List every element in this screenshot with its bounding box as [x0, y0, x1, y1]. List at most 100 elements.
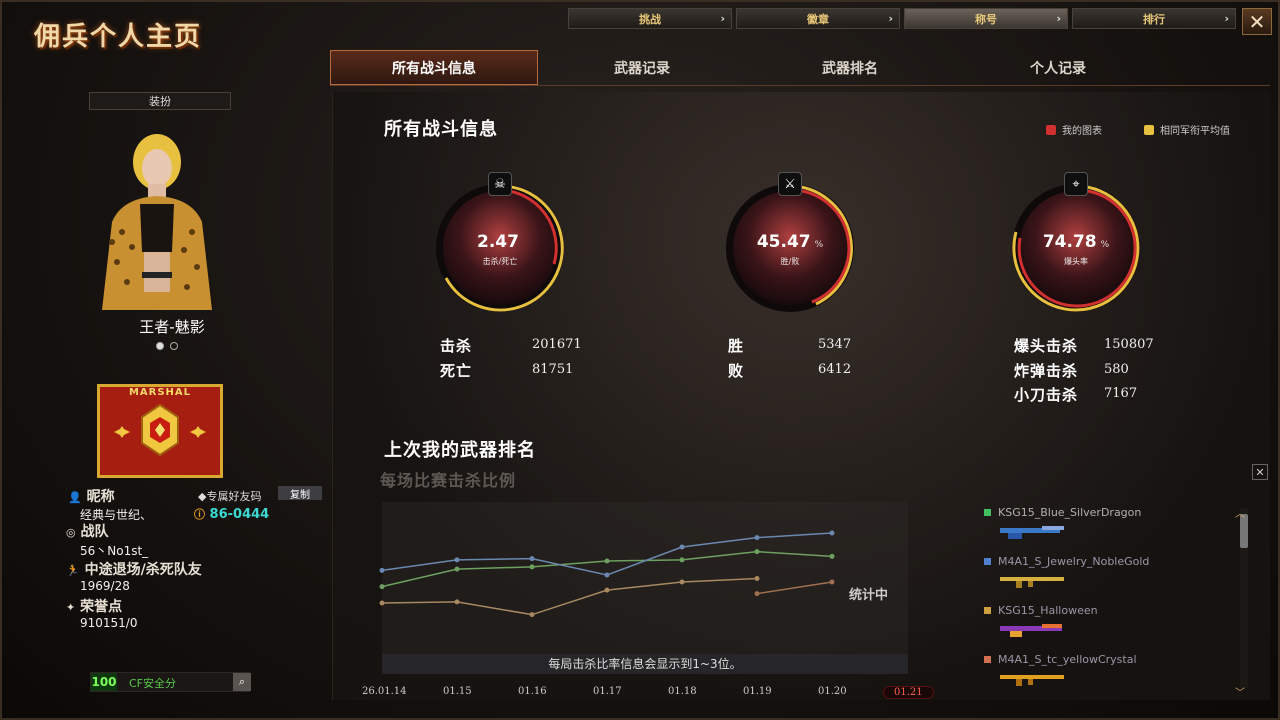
chart-subtitle: 每场比赛击杀比例 — [380, 471, 517, 490]
weapon-name: M4A1_S_tc_yellowCrystal — [998, 653, 1137, 666]
bomb-kills-label: 炸弹击杀 — [1014, 362, 1079, 380]
gauge-label: 爆头率 — [1064, 257, 1088, 266]
close-button[interactable]: ✕ — [1242, 8, 1272, 35]
tab-badge[interactable]: 徽章 › — [736, 8, 900, 29]
weapon-color-swatch — [984, 509, 991, 516]
character-name: 王者-魅影 — [139, 318, 205, 336]
subtab-all-battle-info[interactable]: 所有战斗信息 — [330, 50, 538, 85]
legend-swatch — [1144, 124, 1154, 135]
legend-label: 我的图表 — [1062, 126, 1102, 137]
subtab-weapon-ranking[interactable]: 武器排名 — [746, 50, 954, 85]
x-tick-label[interactable]: 01.21 — [883, 686, 934, 699]
data-point[interactable] — [754, 535, 760, 541]
bomb-kills-value: 580 — [1104, 362, 1129, 377]
gauge-label: 击杀/死亡 — [482, 257, 518, 266]
weapon-item[interactable]: M4A1_S_tc_yellowCrystal — [984, 653, 1204, 702]
x-tick-label: 26.01.14 — [362, 686, 407, 697]
data-point[interactable] — [379, 567, 385, 573]
nickname-label-text: 昵称 — [86, 489, 115, 505]
data-point[interactable] — [754, 549, 760, 555]
gauge-value: 45.47% — [720, 232, 860, 252]
dress-up-button[interactable]: 装扮 — [89, 92, 231, 110]
team-icon: ◎ — [66, 526, 76, 539]
wins-value: 5347 — [818, 337, 852, 352]
weapon-color-swatch — [984, 607, 991, 614]
deaths-label: 死亡 — [440, 362, 473, 380]
weapon-list: KSG15_Blue_SilverDragon M4A1_S_Jewelry_N… — [984, 506, 1204, 702]
unit: % — [814, 240, 824, 250]
data-point[interactable] — [529, 612, 535, 618]
page-dot[interactable] — [156, 342, 164, 350]
page-dot[interactable] — [170, 342, 178, 350]
data-point[interactable] — [529, 564, 535, 570]
weapon-item[interactable]: KSG15_Blue_SilverDragon — [984, 506, 1204, 555]
data-point[interactable] — [829, 579, 835, 585]
legend-avg: 相同军衔平均值 — [1144, 122, 1230, 137]
data-point[interactable] — [454, 557, 460, 563]
wins-label: 胜 — [728, 337, 745, 355]
data-point[interactable] — [604, 558, 610, 564]
weapon-item[interactable]: M4A1_S_Jewelry_NobleGold — [984, 555, 1204, 604]
character-avatar[interactable] — [82, 122, 232, 310]
close-icon: ✕ — [1248, 9, 1266, 34]
weapon-color-swatch — [984, 558, 991, 565]
data-point[interactable] — [604, 587, 610, 593]
data-point[interactable] — [679, 579, 685, 585]
shotgun-icon — [1000, 624, 1062, 637]
losses-label: 败 — [728, 362, 745, 380]
help-icon[interactable]: ⓘ — [194, 508, 205, 521]
tab-challenge[interactable]: 挑战 › — [568, 8, 732, 29]
kills-label: 击杀 — [440, 337, 473, 355]
headshot-kills-label: 爆头击杀 — [1014, 337, 1079, 355]
data-point[interactable] — [379, 584, 385, 590]
knife-kills-value: 7167 — [1104, 386, 1138, 401]
chart-status: 统计中 — [849, 588, 889, 603]
weapon-name: KSG15_Halloween — [998, 604, 1098, 617]
search-button[interactable]: ⌕ — [233, 673, 251, 691]
crossed-swords-icon: ⚔ — [778, 172, 802, 196]
data-point[interactable] — [829, 553, 835, 559]
honor-label: ✦ 荣誉点 — [66, 596, 122, 616]
safe-score-label: CF安全分 — [129, 677, 177, 690]
scroll-up-icon[interactable]: ︿ — [1235, 505, 1245, 520]
knife-kills-label: 小刀击杀 — [1014, 386, 1079, 404]
data-point[interactable] — [454, 599, 460, 605]
friend-code: ⓘ 86-0444 — [194, 506, 269, 522]
sub-tabs: 所有战斗信息 武器记录 武器排名 个人记录 — [330, 50, 1162, 85]
data-point[interactable] — [454, 566, 460, 572]
weapon-item[interactable]: KSG15_Halloween — [984, 604, 1204, 653]
x-tick-label: 01.20 — [818, 686, 847, 697]
data-point[interactable] — [754, 591, 760, 597]
tab-label: 称号 — [975, 12, 997, 26]
kd-value: 2.47 — [477, 232, 519, 252]
quit-label: 🏃 中途退场/杀死队友 — [66, 559, 202, 579]
data-point[interactable] — [679, 557, 685, 563]
profile-panel: 装扮 王者-魅影 MARSHAL 👤 昵称 ◆专属好友码 复制 经典与世纪、 ⓘ… — [22, 90, 322, 700]
scroll-down-icon[interactable]: ﹀ — [1235, 684, 1245, 699]
tab-title[interactable]: 称号 › — [904, 8, 1068, 29]
data-point[interactable] — [529, 556, 535, 562]
copy-button[interactable]: 复制 — [278, 486, 322, 501]
data-point[interactable] — [679, 544, 685, 550]
data-point[interactable] — [379, 600, 385, 606]
x-tick-label: 01.18 — [668, 686, 697, 697]
subtab-personal-records[interactable]: 个人记录 — [954, 50, 1162, 85]
subtab-weapon-records[interactable]: 武器记录 — [538, 50, 746, 85]
data-point[interactable] — [754, 576, 760, 581]
tab-label: 挑战 — [639, 12, 661, 26]
legend-label: 相同军衔平均值 — [1160, 126, 1230, 137]
close-chart-button[interactable]: ✕ — [1252, 464, 1268, 480]
divider — [330, 85, 1270, 86]
winrate-value: 45.47 — [756, 232, 811, 252]
crosshair-icon: ⌖ — [1064, 172, 1088, 196]
data-point[interactable] — [604, 572, 610, 578]
friend-code-label: ◆专属好友码 — [198, 488, 261, 504]
gauge-value: 74.78% — [1006, 232, 1146, 252]
tab-ranking[interactable]: 排行 › — [1072, 8, 1236, 29]
user-icon: 👤 — [68, 491, 82, 504]
team-value: 56丶No1st_ — [80, 544, 149, 558]
losses-value: 6412 — [818, 362, 852, 377]
skull-icon: ☠ — [488, 172, 512, 196]
data-point[interactable] — [829, 530, 835, 536]
team-label: ◎ 战队 — [66, 521, 108, 541]
